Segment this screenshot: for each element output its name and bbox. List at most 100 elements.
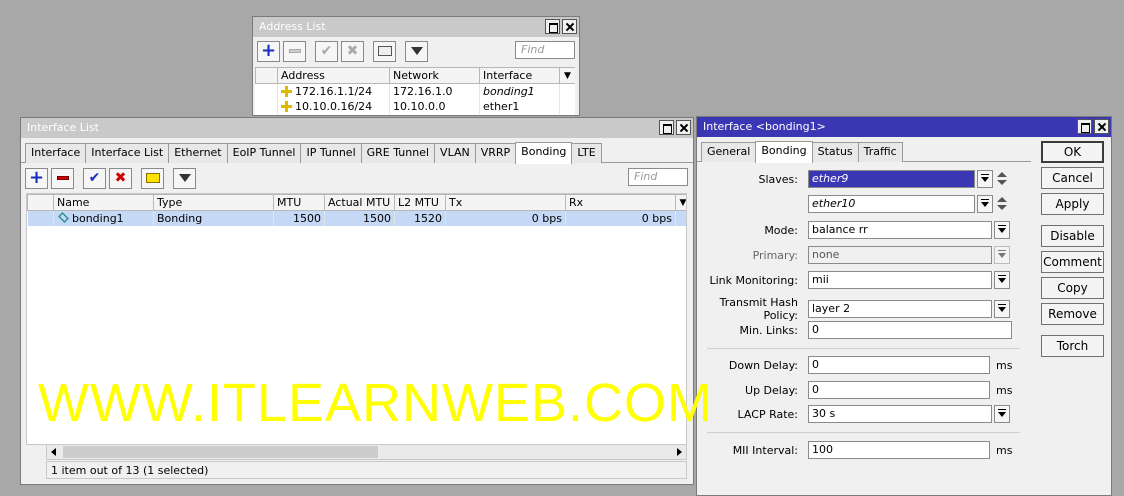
enable-button[interactable]: ✔ bbox=[315, 40, 338, 62]
disable-button[interactable]: ✖ bbox=[109, 167, 132, 189]
address-icon bbox=[281, 86, 292, 98]
add-button[interactable]: + bbox=[25, 167, 48, 189]
tab-eoip-tunnel[interactable]: EoIP Tunnel bbox=[226, 143, 302, 163]
remove-button[interactable]: Remove bbox=[1041, 303, 1104, 325]
tab-interface-list[interactable]: Interface List bbox=[85, 143, 170, 163]
col-rx[interactable]: Rx bbox=[565, 194, 676, 211]
mode-field[interactable]: balance rr bbox=[808, 221, 992, 239]
window-title: Interface List bbox=[27, 121, 99, 134]
slave2-field[interactable]: ether10 bbox=[808, 195, 975, 213]
col-mtu[interactable]: MTU bbox=[273, 194, 325, 211]
filter-icon bbox=[410, 47, 423, 55]
maximize-icon[interactable] bbox=[659, 120, 674, 135]
link-monitoring-field[interactable]: mii bbox=[808, 271, 992, 289]
primary-field[interactable]: none bbox=[808, 246, 992, 264]
primary-dropdown-icon[interactable] bbox=[994, 246, 1010, 264]
close-icon[interactable] bbox=[1094, 119, 1109, 134]
find-input[interactable]: Find bbox=[628, 168, 688, 186]
interface-cell: ether1 bbox=[479, 98, 560, 114]
hash-policy-field[interactable]: layer 2 bbox=[808, 300, 992, 318]
disable-button[interactable]: Disable bbox=[1041, 225, 1104, 247]
hash-policy-dropdown-icon[interactable] bbox=[994, 300, 1010, 318]
horizontal-scrollbar[interactable] bbox=[46, 444, 687, 460]
interface-cell: bonding1 bbox=[479, 83, 560, 99]
tab-gre-tunnel[interactable]: GRE Tunnel bbox=[360, 143, 436, 163]
ok-button[interactable]: OK bbox=[1041, 141, 1104, 163]
col-interface[interactable]: Interface bbox=[479, 67, 560, 84]
maximize-icon[interactable] bbox=[545, 19, 560, 34]
torch-button[interactable]: Torch bbox=[1041, 335, 1104, 357]
address-icon bbox=[281, 101, 292, 112]
scroll-left-icon[interactable] bbox=[51, 448, 56, 456]
interface-tabs: Interface Interface List Ethernet EoIP T… bbox=[21, 138, 693, 164]
slave1-dropdown-icon[interactable] bbox=[977, 170, 993, 188]
col-address[interactable]: Address bbox=[277, 67, 390, 84]
close-icon[interactable] bbox=[676, 120, 691, 135]
mii-interval-field[interactable]: 100 bbox=[808, 441, 990, 459]
remove-button[interactable] bbox=[283, 40, 306, 62]
col-l2-mtu[interactable]: L2 MTU bbox=[394, 194, 446, 211]
tab-bonding[interactable]: Bonding bbox=[515, 142, 573, 164]
tab-interface[interactable]: Interface bbox=[25, 143, 87, 163]
reorder-icon[interactable] bbox=[996, 170, 1008, 188]
window-title: Address List bbox=[259, 20, 326, 33]
down-delay-field[interactable]: 0 bbox=[808, 356, 990, 374]
column-menu-icon[interactable]: ▼ bbox=[675, 194, 686, 211]
address-cell: 10.10.0.16/24 bbox=[295, 99, 373, 113]
col-network[interactable]: Network bbox=[389, 67, 480, 84]
divider bbox=[707, 432, 1020, 433]
min-links-field[interactable]: 0 bbox=[808, 321, 1012, 339]
tab-ethernet[interactable]: Ethernet bbox=[168, 143, 228, 163]
col-type[interactable]: Type bbox=[153, 194, 274, 211]
address-list-titlebar[interactable]: Address List bbox=[253, 17, 579, 37]
name-cell: bonding1 bbox=[72, 211, 124, 225]
tab-traffic[interactable]: Traffic bbox=[857, 142, 903, 162]
filter-button[interactable] bbox=[405, 40, 428, 62]
tab-vrrp[interactable]: VRRP bbox=[474, 143, 517, 163]
col-tx[interactable]: Tx bbox=[445, 194, 566, 211]
comment-button[interactable] bbox=[141, 167, 164, 189]
mii-interval-label: MII Interval: bbox=[732, 443, 798, 457]
cross-icon: ✖ bbox=[346, 43, 359, 59]
tab-vlan[interactable]: VLAN bbox=[434, 143, 476, 163]
col-name[interactable]: Name bbox=[53, 194, 154, 211]
slave1-field[interactable]: ether9 bbox=[808, 170, 975, 188]
scroll-thumb[interactable] bbox=[63, 446, 378, 458]
tab-status[interactable]: Status bbox=[811, 142, 859, 162]
lacp-rate-dropdown-icon[interactable] bbox=[994, 405, 1010, 423]
comment-button[interactable] bbox=[373, 40, 396, 62]
table-row[interactable]: bonding1 Bonding 1500 1500 1520 0 bps 0 … bbox=[27, 210, 686, 226]
table-row[interactable]: 10.10.0.16/24 10.10.0.0 ether1 bbox=[255, 98, 575, 114]
column-menu-icon[interactable]: ▼ bbox=[559, 67, 575, 84]
interface-list-titlebar[interactable]: Interface List bbox=[21, 118, 693, 138]
comment-button[interactable]: Comment bbox=[1041, 251, 1104, 273]
filter-button[interactable] bbox=[173, 167, 196, 189]
close-icon[interactable] bbox=[562, 19, 577, 34]
table-row[interactable]: 172.16.1.1/24 172.16.1.0 bonding1 bbox=[255, 83, 575, 99]
up-delay-field[interactable]: 0 bbox=[808, 381, 990, 399]
tab-bonding[interactable]: Bonding bbox=[755, 141, 813, 163]
tab-ip-tunnel[interactable]: IP Tunnel bbox=[300, 143, 362, 163]
cancel-button[interactable]: Cancel bbox=[1041, 167, 1104, 189]
mode-dropdown-icon[interactable] bbox=[994, 221, 1010, 239]
slave2-dropdown-icon[interactable] bbox=[977, 195, 993, 213]
interface-dialog-titlebar[interactable]: Interface <bonding1> bbox=[697, 117, 1111, 137]
reorder-icon[interactable] bbox=[996, 195, 1008, 213]
col-actual-mtu[interactable]: Actual MTU bbox=[324, 194, 395, 211]
enable-button[interactable]: ✔ bbox=[83, 167, 106, 189]
disable-button[interactable]: ✖ bbox=[341, 40, 364, 62]
tab-lte[interactable]: LTE bbox=[571, 143, 602, 163]
address-list-window: Address List + ✔ ✖ Find Address Network … bbox=[252, 16, 580, 116]
check-icon: ✔ bbox=[320, 43, 333, 59]
remove-button[interactable] bbox=[51, 167, 74, 189]
find-input[interactable]: Find bbox=[515, 41, 575, 59]
link-monitoring-dropdown-icon[interactable] bbox=[994, 271, 1010, 289]
apply-button[interactable]: Apply bbox=[1041, 193, 1104, 215]
maximize-icon[interactable] bbox=[1077, 119, 1092, 134]
window-title: Interface <bonding1> bbox=[703, 120, 826, 133]
tab-general[interactable]: General bbox=[701, 142, 757, 162]
lacp-rate-field[interactable]: 30 s bbox=[808, 405, 992, 423]
copy-button[interactable]: Copy bbox=[1041, 277, 1104, 299]
add-button[interactable]: + bbox=[257, 40, 280, 62]
scroll-right-icon[interactable] bbox=[677, 448, 682, 456]
